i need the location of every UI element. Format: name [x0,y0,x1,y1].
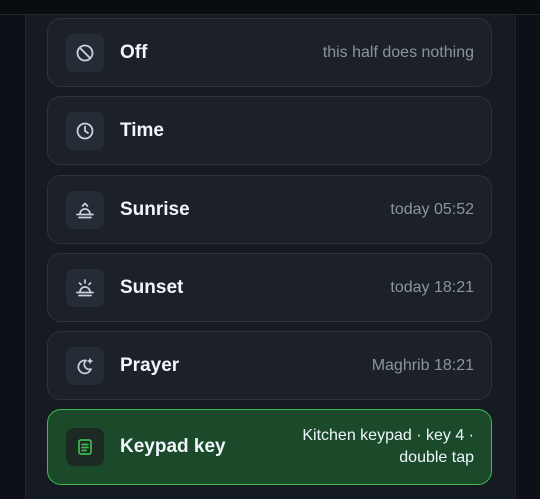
option-hint-line1: Kitchen keypad · key 4 · [302,427,474,444]
option-label: Sunset [120,276,184,298]
top-bar [0,0,540,15]
option-keypad-key[interactable]: Keypad key Kitchen keypad · key 4 · doub… [47,409,492,485]
option-sunrise[interactable]: Sunrise today 05:52 [47,175,492,244]
option-off[interactable]: Off this half does nothing [47,18,492,87]
sunset-icon [66,268,104,307]
option-hint: Kitchen keypad · key 4 · double tap [302,425,474,469]
keypad-icon [66,428,104,466]
option-hint: today 18:21 [390,278,474,296]
option-time[interactable]: Time [47,96,492,165]
option-prayer[interactable]: Prayer Maghrib 18:21 [47,331,492,400]
sunrise-icon [66,190,104,229]
option-label: Off [120,41,148,63]
option-hint-line2: double tap [399,449,474,466]
option-label: Keypad key [120,436,226,457]
ban-icon [66,33,104,72]
option-label: Time [120,119,165,141]
clock-icon [66,111,104,150]
option-hint: this half does nothing [322,43,474,61]
option-label: Prayer [120,354,180,376]
option-hint: Maghrib 18:21 [371,356,474,374]
option-label: Sunrise [120,198,190,220]
moon-star-icon [66,346,104,385]
option-sunset[interactable]: Sunset today 18:21 [47,253,492,322]
option-hint: today 05:52 [390,200,474,218]
